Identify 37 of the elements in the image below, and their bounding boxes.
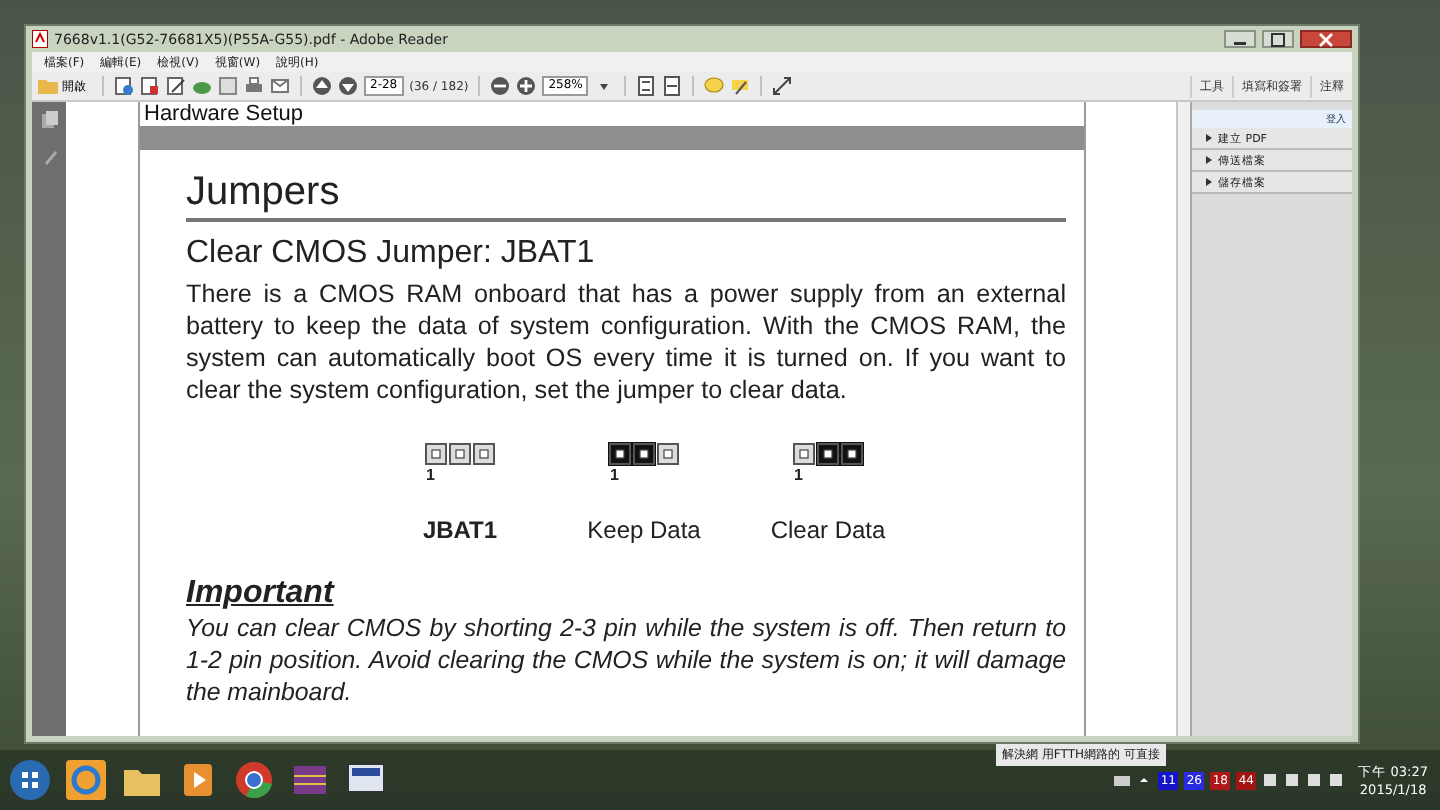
body-paragraph: There is a CMOS RAM onboard that has a power supply from an external battery to keep the data of system configuration. With the CMOS RAM, the system can automatically boot OS every time it is turned on. If you want to clear the system configuration, set the jumper to clear data. [186,278,1066,406]
important-note: You can clear CMOS by shorting 2-3 pin while the system is off. Then return to 1-2 pin position. Avoid clearing the CMOS while the system is on; it will damage the mainboard. [186,612,1066,708]
jumper-caption: Clear Data [770,516,886,544]
pages-icon[interactable] [39,110,59,130]
pin-number: 1 [794,468,803,484]
browser-e-icon[interactable] [64,758,108,802]
show-hidden-icon[interactable] [1136,772,1153,788]
pin-number: 1 [426,468,435,484]
subsection-title: Clear CMOS Jumper: JBAT1 [186,236,597,272]
zoom-out-icon[interactable] [490,76,511,96]
close-icon [1318,31,1334,47]
fit-width-icon[interactable] [662,76,683,96]
create-pdf-icon[interactable] [114,76,134,96]
edit-icon[interactable] [166,76,186,96]
chrome-icon[interactable] [232,758,276,802]
print-icon[interactable] [244,76,264,96]
section-title: Jumpers [186,170,1066,222]
full-screen-icon[interactable] [772,76,793,96]
zoom-in-icon[interactable] [516,76,537,96]
maximize-icon [1270,31,1286,47]
maximize-button[interactable] [1262,30,1294,48]
highlight-icon[interactable] [730,76,751,96]
scrollbar[interactable] [1176,102,1190,736]
folder-icon [38,76,58,96]
start-orb-icon[interactable] [8,758,52,802]
page-header: Hardware Setup [142,102,305,126]
pin-number: 1 [610,468,619,484]
minimize-button[interactable] [1224,30,1256,48]
document-icon[interactable] [140,76,160,96]
jumper-caption: Keep Data [587,516,701,544]
comment-icon[interactable] [704,76,725,96]
pdf-icon [32,30,48,48]
fit-page-icon[interactable] [636,76,657,96]
mail-icon[interactable] [270,76,290,96]
close-button[interactable] [1300,30,1352,48]
jumper-caption: JBAT1 [422,516,498,544]
important-heading: Important [186,576,334,612]
